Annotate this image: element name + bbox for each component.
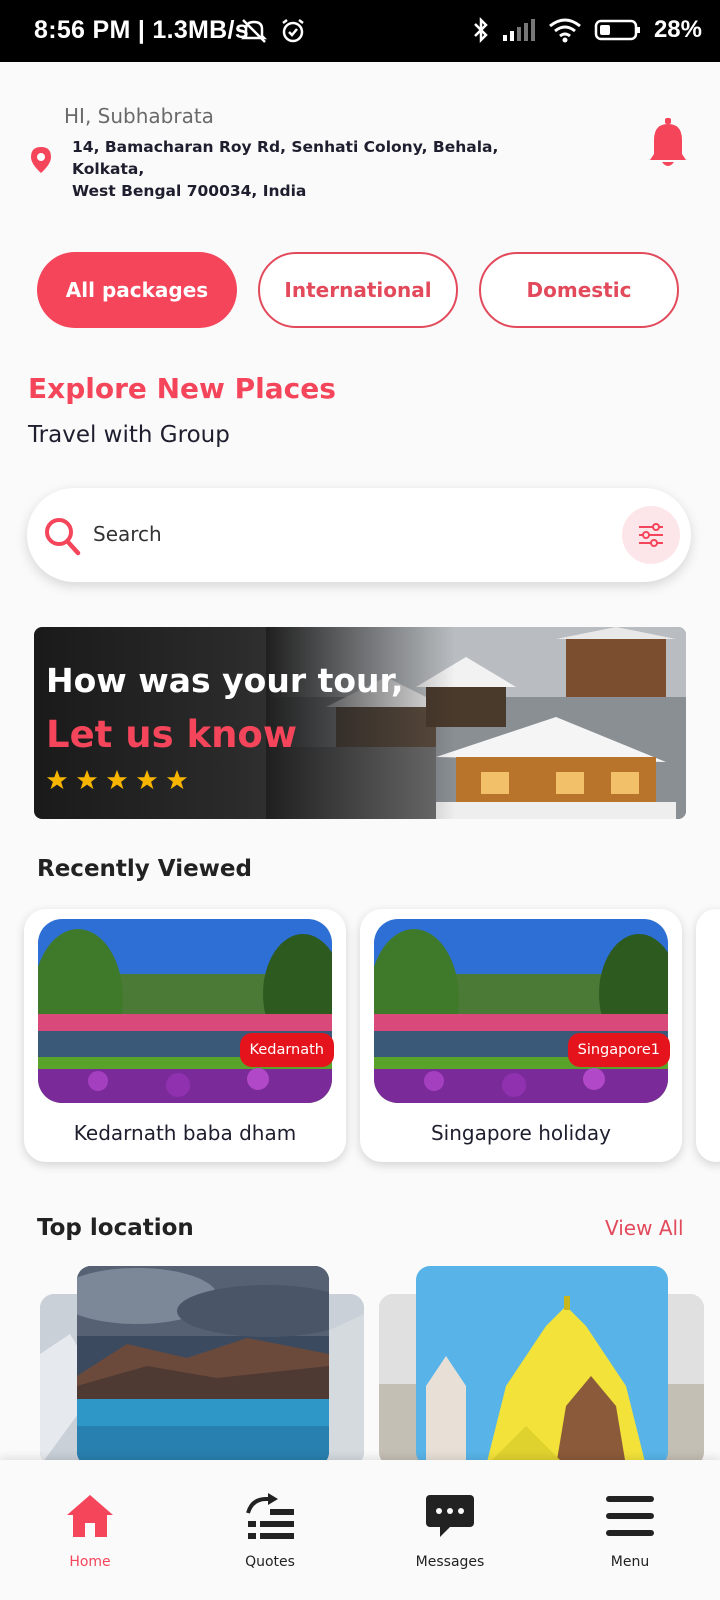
star-icon[interactable] — [136, 769, 158, 791]
notification-bell-icon[interactable] — [648, 118, 688, 168]
location-card-lake[interactable] — [77, 1266, 329, 1466]
location-card-temple[interactable] — [416, 1266, 668, 1466]
star-icon[interactable] — [46, 769, 68, 791]
bluetooth-icon — [474, 16, 488, 44]
quotes-icon — [246, 1493, 294, 1539]
address-line-1: 14, Bamacharan Roy Rd, Senhati Colony, B… — [72, 138, 499, 178]
recently-viewed-title: Recently Viewed — [37, 856, 252, 882]
destination-tag: Singapore1 — [567, 1033, 670, 1067]
feedback-banner[interactable]: How was your tour, Let us know — [34, 627, 686, 819]
recent-card-title: Singapore holiday — [430, 1121, 612, 1145]
current-address[interactable]: 14, Bamacharan Roy Rd, Senhati Colony, B… — [72, 136, 552, 202]
banner-line-2: Let us know — [46, 713, 298, 756]
snowy-village-image — [266, 627, 686, 819]
home-icon — [67, 1495, 113, 1537]
tab-all-packages[interactable]: All packages — [37, 252, 237, 328]
battery-icon — [594, 19, 640, 41]
view-all-link[interactable]: View All — [605, 1216, 684, 1240]
signal-icon — [502, 19, 535, 41]
battery-percent: 28% — [653, 16, 702, 43]
nav-messages[interactable]: Messages — [390, 1488, 510, 1570]
wifi-icon — [549, 18, 581, 43]
recent-card-title: Kedarnath baba dham — [73, 1121, 297, 1145]
recent-card-singapore[interactable]: Singapore1 Singapore holiday — [360, 909, 682, 1162]
location-pin-icon — [31, 147, 51, 173]
explore-subtitle: Travel with Group — [28, 422, 230, 448]
mute-bell-icon — [240, 19, 268, 43]
address-line-2: West Bengal 700034, India — [72, 182, 307, 200]
status-time: 8:56 PM | 1.3MB/s — [34, 16, 249, 44]
star-icon[interactable] — [166, 769, 188, 791]
status-bar: 8:56 PM | 1.3MB/s 28% — [0, 0, 720, 62]
menu-icon — [606, 1496, 654, 1536]
greeting: HI, Subhabrata — [64, 104, 214, 128]
search-icon — [45, 518, 81, 556]
nav-quotes-label: Quotes — [245, 1554, 295, 1570]
filter-sliders-icon — [639, 523, 663, 547]
recent-card-kedarnath[interactable]: Kedarnath Kedarnath baba dham — [24, 909, 346, 1162]
top-location-title: Top location — [37, 1215, 194, 1241]
filter-button[interactable] — [622, 506, 680, 564]
rating-stars[interactable] — [46, 769, 188, 791]
star-icon[interactable] — [76, 769, 98, 791]
nav-home-label: Home — [69, 1554, 111, 1570]
tab-domestic[interactable]: Domestic — [479, 252, 679, 328]
explore-heading: Explore New Places — [28, 372, 336, 405]
alarm-icon — [282, 19, 304, 43]
nav-menu-label: Menu — [610, 1554, 650, 1570]
tab-international[interactable]: International — [258, 252, 458, 328]
garden-lake-image — [374, 919, 668, 1103]
recent-card-partial[interactable] — [696, 909, 720, 1162]
destination-tag: Kedarnath — [239, 1033, 334, 1067]
nav-quotes[interactable]: Quotes — [210, 1488, 330, 1570]
search-bar[interactable]: Search — [27, 488, 691, 582]
bottom-navigation: Home Quotes Messages Menu — [0, 1460, 720, 1600]
nav-home[interactable]: Home — [30, 1488, 150, 1570]
garden-lake-image — [38, 919, 332, 1103]
nav-messages-label: Messages — [415, 1554, 485, 1570]
banner-line-1: How was your tour, — [46, 661, 404, 700]
messages-icon — [426, 1495, 474, 1537]
nav-menu[interactable]: Menu — [570, 1488, 690, 1570]
star-icon[interactable] — [106, 769, 128, 791]
search-input[interactable]: Search — [93, 522, 162, 546]
